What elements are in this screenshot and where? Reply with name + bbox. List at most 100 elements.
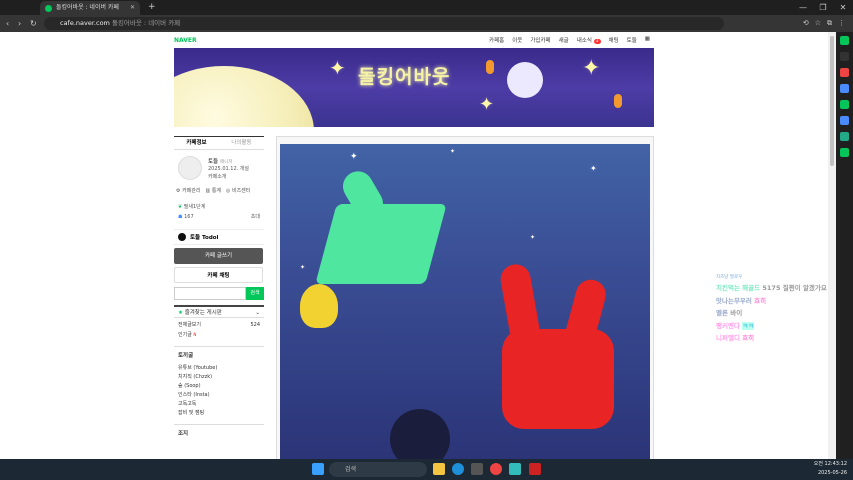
write-post-button[interactable]: 카페 글쓰기 — [174, 248, 263, 264]
avatar[interactable] — [178, 156, 202, 180]
chat-message: 바이 — [730, 309, 743, 317]
chat-header: 치즈냥 팔로우 — [716, 275, 743, 280]
app-icon[interactable] — [840, 68, 849, 77]
stats-link[interactable]: ▥ 통계 — [205, 187, 221, 194]
app-icon[interactable] — [840, 100, 849, 109]
address-bar-row: ‹ › ↻ cafe.naver.com 돌킹어바웃 : 네이버 카페 ⟲ ☆ … — [0, 15, 853, 32]
cafe-global-nav: NAVER 카페홈 이웃 가입카페 새글 내소식 3 채팅 토들 ▦ — [174, 32, 654, 48]
tab-my-activity[interactable]: 나의활동 — [219, 137, 264, 149]
edge-icon[interactable] — [452, 463, 464, 475]
tab-cafe-info[interactable]: 카페정보 — [174, 137, 219, 149]
close-window-button[interactable]: ✕ — [833, 0, 853, 15]
app-icon[interactable] — [840, 148, 849, 157]
cafe-admin-link[interactable]: ⚙ 카페관리 — [176, 187, 200, 194]
cheese-illustration — [300, 284, 338, 328]
cafe-chat-button[interactable]: 카페 채팅 — [174, 267, 263, 283]
cafe-search-button[interactable]: 검색 — [246, 287, 264, 300]
todol-label: 토들 Todol — [190, 235, 219, 241]
naver-icon[interactable] — [840, 36, 849, 45]
chat-message: 흐히 — [742, 334, 755, 342]
biz-center-link[interactable]: ◎ 비즈센터 — [226, 187, 250, 194]
windows-start-icon[interactable] — [312, 463, 324, 475]
board-misc[interactable]: 잡비 및 잼팅 — [178, 409, 260, 418]
cafe-intro-link[interactable]: 카페소개 — [208, 173, 226, 180]
file-explorer-icon[interactable] — [433, 463, 445, 475]
browser-toolbar: ⟲ ☆ ⧉ ⋮ — [803, 15, 845, 32]
gnb-new-posts[interactable]: 새글 — [559, 36, 569, 44]
app-icon[interactable] — [471, 463, 483, 475]
app-icon[interactable] — [840, 132, 849, 141]
window-controls: — ❐ ✕ — [793, 0, 853, 15]
board-popular[interactable]: 인기글 N — [178, 330, 260, 340]
cafe-level-label: 필새1단계 — [183, 204, 206, 210]
member-count[interactable]: ☗ 167 — [178, 212, 194, 222]
invite-link[interactable]: 초대 — [251, 212, 260, 222]
chat-user: 멜론 — [716, 309, 728, 317]
cafe-banner[interactable]: ✦ ✦ ✦ 돌킹어바웃 — [174, 48, 654, 127]
board-soop[interactable]: 숲 (Soop) — [178, 382, 260, 391]
cafe-level: ❦ 필새1단계 — [178, 202, 205, 212]
extensions-icon[interactable]: ⧉ — [827, 15, 832, 32]
board-all-posts-count: 524 — [250, 322, 260, 328]
browser-tab[interactable]: 돌킹어바웃 : 네이버 카페 ✕ — [40, 1, 140, 15]
banner-title: 돌킹어바웃 — [358, 66, 451, 88]
gnb-neighbors[interactable]: 이웃 — [512, 36, 522, 44]
app-icon[interactable] — [840, 84, 849, 93]
sparkle-icon: ✦ — [590, 164, 597, 173]
board-popular-label: 인기글 — [178, 332, 192, 338]
board-youtube[interactable]: 유튜브 (Youtube) — [178, 364, 260, 373]
app-icon[interactable] — [529, 463, 541, 475]
cafe-search-input[interactable] — [174, 287, 246, 300]
chat-message: 흐히 — [754, 296, 767, 305]
z-icon[interactable] — [840, 52, 849, 61]
gnb-profile[interactable]: 토들 — [627, 36, 637, 44]
new-badge: N — [193, 332, 197, 337]
page-scrollbar[interactable] — [828, 32, 836, 459]
cafe-search: 검색 — [174, 287, 264, 300]
biz-center-label: 비즈센터 — [231, 188, 251, 194]
translate-icon[interactable]: ⟲ — [803, 15, 809, 32]
gnb-my-news[interactable]: 내소식 3 — [577, 36, 601, 44]
browser-titlebar: 돌킹어바웃 : 네이버 카페 ✕ + — ❐ ✕ — [0, 0, 853, 15]
app-icon[interactable] — [509, 463, 521, 475]
chat-user: 니퍼엘디 — [716, 334, 740, 342]
board-insta[interactable]: 인스타 (Insta) — [178, 391, 260, 400]
board-group-title: 토끼굴 — [174, 346, 264, 361]
taskbar-search[interactable]: 검색 — [329, 462, 427, 477]
board-all-posts[interactable]: 전체글보기 524 — [178, 321, 260, 330]
bookmark-star-icon[interactable]: ☆ — [815, 15, 821, 32]
board-all-posts-label: 전체글보기 — [178, 322, 202, 328]
gnb-chat[interactable]: 채팅 — [609, 36, 619, 44]
cafe-admin-label: 카페관리 — [182, 188, 201, 194]
stream-chat-overlay: 치즈냥 팔로우 치킨먹는 해골드 5175 질쩐이 알겠가요 맛나는무우러 흐히… — [716, 274, 828, 364]
back-button[interactable]: ‹ — [6, 15, 9, 32]
todol-channel-link[interactable]: 토들 Todol — [174, 229, 264, 245]
scrollbar-thumb[interactable] — [830, 36, 834, 166]
url-page-title: 돌킹어바웃 : 네이버 카페 — [111, 19, 181, 27]
maximize-button[interactable]: ❐ — [813, 0, 833, 15]
system-tray-clock[interactable]: 오전 12:43:12 2025-05-26 — [814, 460, 847, 478]
board-list: 유튜브 (Youtube) 치지직 (Chzzk) 숲 (Soop) 인스타 (… — [174, 361, 264, 421]
chat-line: 팽키멘다 ㅋㅋ — [716, 320, 828, 333]
naver-logo[interactable]: NAVER — [174, 37, 197, 44]
tab-close-icon[interactable]: ✕ — [130, 1, 135, 15]
gnb-joined-cafes[interactable]: 가입카페 — [530, 36, 550, 44]
sparkle-icon: ✦ — [530, 234, 536, 241]
clock-time: 오전 12:43:12 — [813, 461, 847, 467]
favorite-boards-header[interactable]: ★ 즐겨찾는 게시판 ⌄ — [174, 305, 264, 318]
forward-button[interactable]: › — [18, 15, 21, 32]
board-chzzk[interactable]: 치지직 (Chzzk) — [178, 373, 260, 382]
app-icon[interactable] — [840, 116, 849, 125]
gnb-cafe-home[interactable]: 카페홈 — [489, 36, 504, 44]
chevron-down-icon[interactable]: ⌄ — [255, 307, 264, 317]
board-godok[interactable]: 고독고독 — [178, 400, 260, 409]
menu-dots-icon[interactable]: ⋮ — [838, 15, 845, 32]
tab-title: 돌킹어바웃 : 네이버 카페 — [56, 4, 119, 11]
new-tab-button[interactable]: + — [148, 0, 156, 15]
url-input[interactable]: cafe.naver.com 돌킹어바웃 : 네이버 카페 — [44, 17, 724, 30]
chrome-icon[interactable] — [490, 463, 502, 475]
reload-button[interactable]: ↻ — [30, 15, 37, 32]
leaf-icon: ❦ — [178, 204, 183, 210]
minimize-button[interactable]: — — [793, 0, 813, 15]
gnb-apps-grid-icon[interactable]: ▦ — [645, 36, 650, 44]
